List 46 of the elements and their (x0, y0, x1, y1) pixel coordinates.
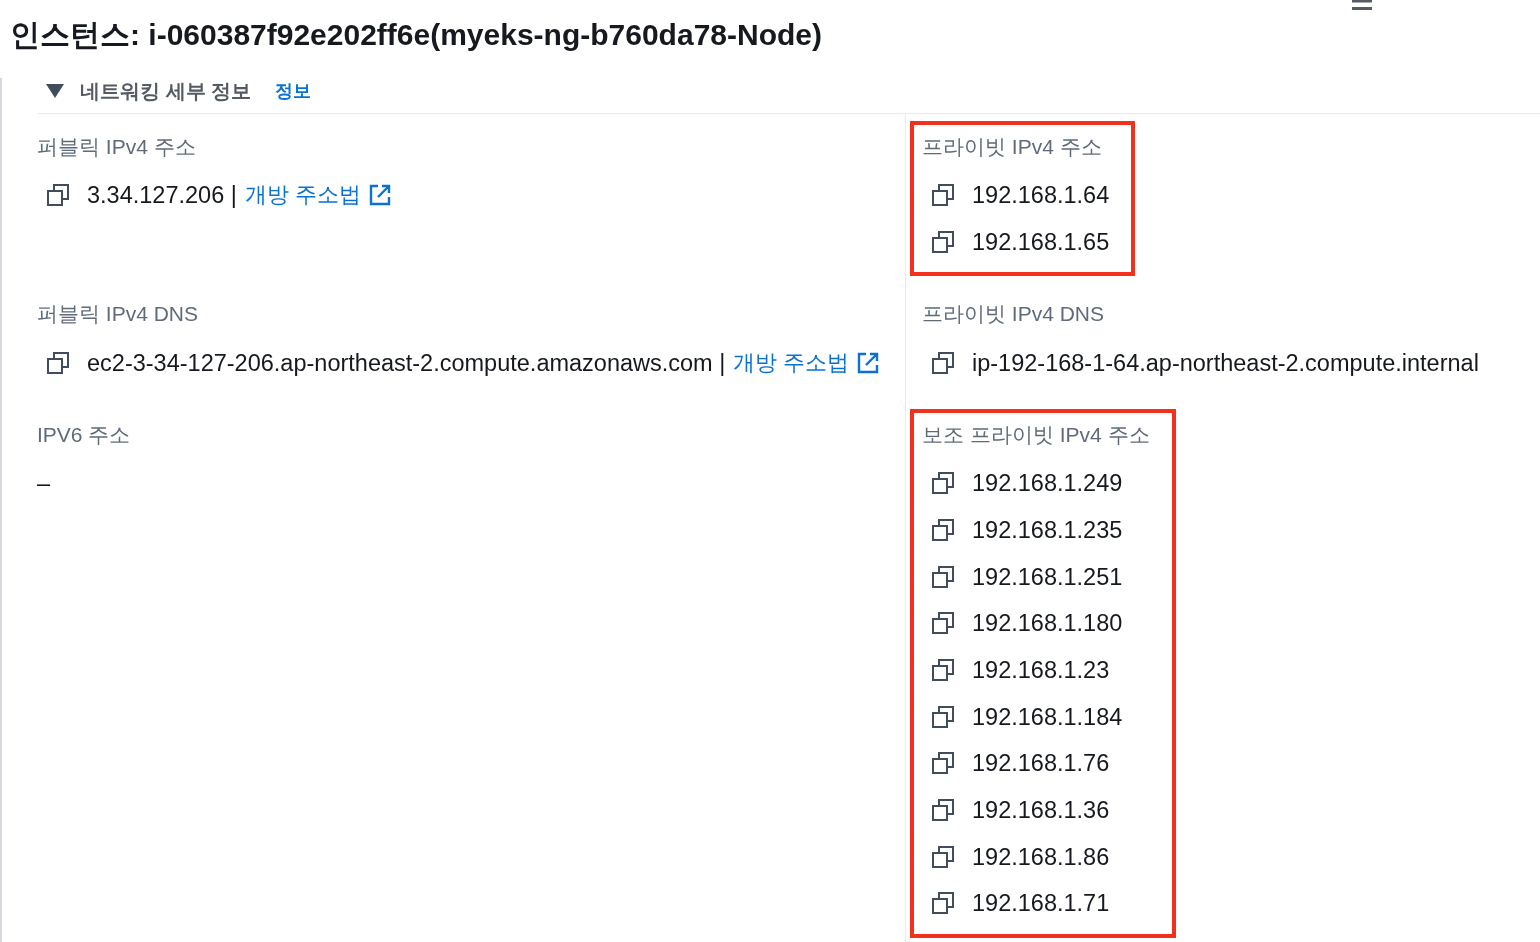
external-link-icon (857, 351, 880, 374)
copy-icon[interactable] (932, 184, 954, 207)
field-value: 192.168.1.23 (972, 655, 1110, 684)
copy-icon[interactable] (932, 658, 954, 681)
field-value: – (37, 469, 51, 498)
copy-icon[interactable] (932, 892, 954, 915)
copy-icon[interactable] (932, 518, 954, 541)
field-value: 192.168.1.64 (972, 181, 1110, 210)
field-label: 퍼블릭 IPv4 DNS (37, 301, 199, 328)
field-value: 192.168.1.71 (972, 889, 1110, 918)
field-value: 192.168.1.65 (972, 228, 1110, 256)
field-label: 프라이빗 IPv4 DNS (922, 301, 1105, 328)
field-label: 보조 프라이빗 IPv4 주소 (922, 421, 1150, 448)
field-value: 192.168.1.235 (972, 515, 1123, 544)
field-value: 192.168.1.180 (972, 609, 1123, 638)
info-link[interactable]: 정보 (275, 78, 312, 103)
copy-icon[interactable] (932, 752, 954, 775)
field-value: 192.168.1.76 (972, 749, 1110, 778)
open-address-link[interactable]: 개방 주소법 (733, 348, 880, 377)
section-title: 네트워킹 세부 정보 (80, 78, 252, 104)
copy-icon[interactable] (47, 351, 69, 374)
copy-icon[interactable] (932, 705, 954, 728)
field-value: 192.168.1.249 (972, 469, 1123, 498)
copy-icon[interactable] (932, 845, 954, 868)
field-value: 192.168.1.86 (972, 842, 1110, 871)
external-link-icon (369, 184, 391, 207)
copy-icon[interactable] (932, 231, 954, 253)
caret-down-icon[interactable] (46, 83, 64, 98)
field-label: IPV6 주소 (37, 421, 131, 448)
field-value: 192.168.1.251 (972, 562, 1123, 591)
copy-icon[interactable] (932, 351, 954, 374)
copy-icon[interactable] (932, 565, 954, 588)
field-label: 프라이빗 IPv4 주소 (922, 134, 1102, 160)
copy-icon[interactable] (932, 472, 954, 495)
page-title: 인스턴스: i-060387f92e202ff6e(myeks-ng-b760da78-Node) (10, 18, 822, 52)
open-address-link[interactable]: 개방 주소법 (244, 181, 391, 210)
field-value: ec2-3-34-127-206.ap-northeast-2.compute.amazonaws.com | (87, 348, 726, 377)
field-value: 192.168.1.36 (972, 795, 1110, 824)
copy-icon[interactable] (47, 184, 69, 207)
copy-icon[interactable] (932, 798, 954, 821)
field-label: 퍼블릭 IPv4 주소 (37, 134, 196, 160)
field-value: 3.34.127.206 | (87, 181, 237, 210)
field-value: ip-192-168-1-64.ap-northeast-2.compute.internal (972, 348, 1479, 377)
menu-icon[interactable] (1352, 0, 1372, 10)
field-value: 192.168.1.184 (972, 702, 1123, 731)
copy-icon[interactable] (932, 612, 954, 635)
